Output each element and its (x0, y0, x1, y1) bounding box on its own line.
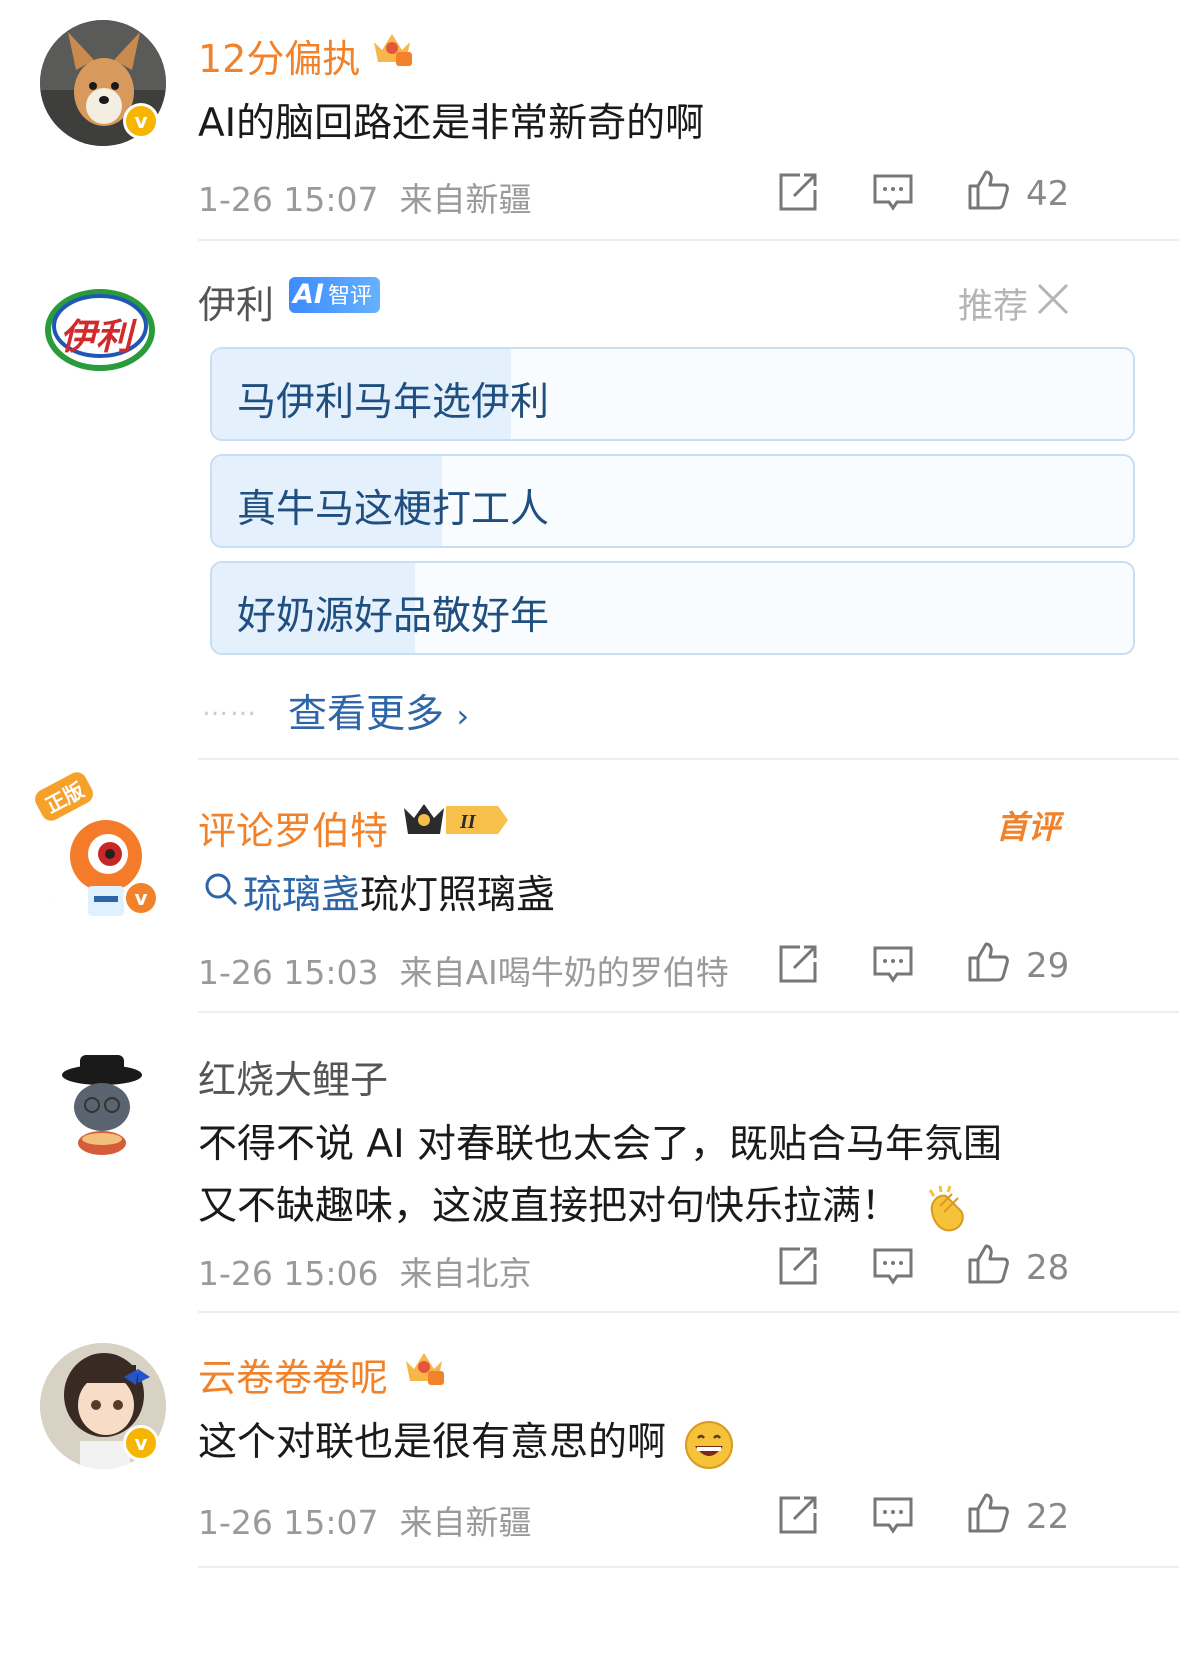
like-count: 28 (1026, 1248, 1070, 1288)
divider (198, 1566, 1179, 1568)
ai-comment-card: 伊利 伊利 AI 智评 推荐 马伊利马年选伊利 真牛马这梗打工人 好奶源好品敬好年… (0, 240, 1179, 760)
first-comment-tag: 首评 (996, 808, 1061, 846)
comment-text-content: 这个对联也是很有意思的啊 (198, 1420, 667, 1465)
more-dots: …… (202, 692, 258, 722)
username[interactable]: 12分偏执 (198, 28, 360, 83)
share-icon[interactable] (776, 1244, 820, 1288)
ai-smart-comment-badge: AI 智评 (289, 277, 380, 313)
crown-icon (406, 1353, 444, 1385)
like-icon[interactable] (966, 1242, 1010, 1286)
comment-time: 1-26 15:07 (198, 1503, 379, 1542)
suggestion-option[interactable]: 真牛马这梗打工人 (210, 454, 1135, 548)
verified-badge-icon: v (123, 1425, 159, 1461)
suggestion-text: 好奶源好品敬好年 (237, 594, 550, 639)
suggestion-text: 真牛马这梗打工人 (237, 487, 550, 532)
yili-logo-text: 伊利 (60, 317, 133, 358)
username[interactable]: 评论罗伯特 (198, 800, 388, 855)
avatar[interactable] (40, 1045, 166, 1171)
comment-icon[interactable] (871, 942, 915, 986)
clapping-hands-emoji-icon (929, 1185, 965, 1231)
search-keyword-link[interactable]: 琉璃盏 (243, 873, 360, 918)
comment-time: 1-26 15:07 (198, 180, 379, 219)
ai-badge-mark: AI (293, 279, 324, 310)
recommend-label: 推荐 (958, 287, 1029, 327)
comment-item: v 12分偏执 AI的脑回路还是非常新奇的啊 1-26 15:07 来自新疆 4… (0, 0, 1179, 240)
verified-badge-icon: v (123, 103, 159, 139)
comment-time: 1-26 15:06 (198, 1254, 379, 1293)
comment-item: 红烧大鲤子 不得不说 AI 对春联也太会了，既贴合马年氛围 又不缺趣味，这波直接… (0, 1013, 1179, 1313)
comment-text: 这个对联也是很有意思的啊 (198, 1411, 734, 1470)
brand-name[interactable]: 伊利 (198, 274, 274, 329)
suggestion-option[interactable]: 马伊利马年选伊利 (210, 347, 1135, 441)
like-count: 22 (1026, 1497, 1070, 1537)
like-icon[interactable] (966, 168, 1010, 212)
comment-item: v 云卷卷卷呢 这个对联也是很有意思的啊 1-26 15:07 来自新疆 22 (0, 1313, 1179, 1570)
comment-meta: 1-26 15:07 来自新疆 (198, 1496, 531, 1544)
comment-meta: 1-26 15:06 来自北京 (198, 1247, 531, 1295)
brand-logo-avatar[interactable]: 伊利 (40, 272, 166, 398)
share-icon[interactable] (776, 942, 820, 986)
comment-item: 正版 v 评论罗伯特 II 首评 琉璃盏琉灯照璃盏 1-26 15:03 来自A… (0, 760, 1179, 1012)
comment-location: 来自AI喝牛奶的罗伯特 (399, 953, 729, 992)
comment-icon[interactable] (871, 1244, 915, 1288)
comment-meta: 1-26 15:03 来自AI喝牛奶的罗伯特 (198, 946, 729, 994)
share-icon[interactable] (776, 1493, 820, 1537)
like-icon[interactable] (966, 940, 1010, 984)
like-count: 42 (1026, 174, 1070, 214)
verified-badge-icon: v (123, 880, 159, 916)
grinning-emoji-icon (685, 1420, 734, 1469)
comment-location: 来自新疆 (399, 180, 532, 219)
comment-time: 1-26 15:03 (198, 953, 379, 992)
comment-text: AI的脑回路还是非常新奇的啊 (198, 101, 705, 146)
like-count: 29 (1026, 946, 1070, 986)
username[interactable]: 红烧大鲤子 (198, 1049, 388, 1104)
suggestion-text: 马伊利马年选伊利 (237, 380, 550, 425)
crown-icon: II (404, 804, 508, 834)
close-icon[interactable] (1036, 282, 1070, 316)
comment-text-rest: 琉灯照璃盏 (360, 873, 556, 918)
comment-location: 来自北京 (399, 1254, 532, 1293)
comment-icon[interactable] (871, 170, 915, 214)
view-more-label: 查看更多 (288, 692, 445, 737)
cat-avatar-image (40, 1045, 166, 1171)
comment-icon[interactable] (871, 1493, 915, 1537)
view-more-link[interactable]: 查看更多 › (288, 683, 469, 739)
username[interactable]: 云卷卷卷呢 (198, 1347, 388, 1402)
comment-text-line2-content: 又不缺趣味，这波直接把对句快乐拉满！ (198, 1184, 901, 1229)
comment-meta: 1-26 15:07 来自新疆 (198, 173, 531, 221)
comment-text-line2: 又不缺趣味，这波直接把对句快乐拉满！ (198, 1175, 976, 1236)
comment-text-line1: 不得不说 AI 对春联也太会了，既贴合马年氛围 (198, 1122, 1002, 1167)
share-icon[interactable] (776, 170, 820, 214)
chevron-right-icon: › (456, 697, 470, 735)
comment-text: 琉璃盏琉灯照璃盏 (243, 864, 555, 920)
like-icon[interactable] (966, 1491, 1010, 1535)
suggestion-option[interactable]: 好奶源好品敬好年 (210, 561, 1135, 655)
crown-icon (374, 34, 412, 66)
vip-level-text: II (459, 811, 477, 833)
ai-badge-label: 智评 (327, 284, 372, 309)
search-icon[interactable] (203, 871, 239, 907)
comment-location: 来自新疆 (399, 1503, 532, 1542)
